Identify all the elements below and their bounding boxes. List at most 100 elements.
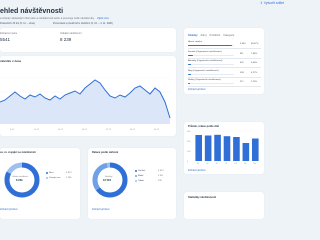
ranking-row-bar bbox=[188, 54, 193, 56]
svg-text:26.11.: 26.11. bbox=[130, 129, 136, 131]
share-icon: ⇪ bbox=[259, 1, 263, 5]
ranking-row-value: 611 bbox=[240, 52, 244, 55]
ranking-row-value: 217 bbox=[240, 81, 244, 83]
ranking-row-value: 343 bbox=[240, 71, 244, 74]
legend-desktop-dot bbox=[135, 170, 137, 172]
ranking-row[interactable]: Služby (Organizační návštěvnost) 217 2,70% bbox=[188, 78, 261, 87]
legend-desktop: Počítač bbox=[135, 170, 145, 172]
page-subtitle: a stránky následující informace a návště… bbox=[0, 17, 109, 20]
ranking-row-bar-track bbox=[188, 45, 234, 47]
traffic-chart-card: návštěv v čase 6.11. 10.11. 14.11. 18.11. 2… bbox=[0, 56, 176, 136]
weekday-category-label: Po bbox=[197, 163, 200, 165]
tab-category[interactable]: Kategorie bbox=[223, 34, 234, 37]
tab-source[interactable]: Zdroj bbox=[201, 34, 207, 37]
weekday-bar bbox=[214, 134, 221, 161]
tab-browser[interactable]: Prohlížeč bbox=[209, 34, 220, 37]
legend-new: Noví bbox=[46, 172, 54, 174]
legend-returning-label: Vracející se bbox=[49, 177, 61, 179]
ranking-row-percent: 5,00% bbox=[251, 62, 258, 64]
devices-donut-center-label: Návštěvy bbox=[105, 176, 113, 178]
traffic-chart-title: návštěv v čase bbox=[0, 59, 22, 63]
ranking-row-label: Hlavní stránka bbox=[188, 41, 202, 43]
filter-bar: Posledních 30 dní (6. 11. – dnes) Porovn… bbox=[0, 22, 113, 25]
subtitle-text: a stránky následující informace a návště… bbox=[0, 17, 95, 20]
ranking-row-bar-track bbox=[188, 54, 234, 56]
legend-tablet: Tablet bbox=[135, 180, 144, 182]
date-range-select[interactable]: Posledních 30 dní (6. 11. – dnes) bbox=[0, 22, 35, 25]
devices-overview-link[interactable]: Zobrazit přehled bbox=[92, 208, 109, 211]
legend-mobile-dot bbox=[135, 175, 137, 177]
legend-new-label: Noví bbox=[49, 172, 54, 174]
legend-mobile-label: Mobil bbox=[138, 175, 144, 177]
ranking-row-bar bbox=[188, 64, 192, 66]
legend-tablet-value: 239 bbox=[158, 180, 162, 182]
svg-text:22.11.: 22.11. bbox=[106, 129, 112, 131]
svg-text:30.11.: 30.11. bbox=[154, 129, 160, 131]
visitors-donut-center-value: 8 239 bbox=[16, 179, 23, 182]
legend-tablet-label: Tablet bbox=[138, 180, 144, 182]
ranking-row-label: Kontakt (Organizační návštěvnost) bbox=[188, 50, 222, 53]
weekday-overview-link[interactable]: Zobrazit přehled bbox=[188, 169, 205, 172]
ranking-row-bar bbox=[188, 83, 190, 85]
ranking-row-bar-track bbox=[188, 83, 234, 85]
learn-more-link[interactable]: Zjistit více bbox=[97, 17, 109, 20]
ranking-overview-link[interactable]: Zobrazit přehled bbox=[188, 88, 205, 91]
weekday-bar bbox=[251, 138, 259, 161]
visits-label: Zobrazení webu bbox=[0, 32, 18, 35]
visitors-donut-title: ce, m. zvyající se návštěvníci bbox=[0, 151, 36, 154]
page-title: ehled návštěvnosti bbox=[0, 8, 64, 15]
visitors-value: 8 239 bbox=[60, 37, 72, 42]
legend-mobile-value: 3 411 bbox=[158, 175, 164, 177]
weekday-category-label: So bbox=[244, 163, 247, 165]
weekday-bar bbox=[242, 143, 250, 161]
ranking-row-percent: 4,27% bbox=[251, 71, 258, 74]
ranking-row-label: Blog (Organizační návštěvnost) bbox=[188, 69, 219, 72]
ranking-row-bar bbox=[188, 73, 191, 75]
weekday-category-label: Čt bbox=[225, 162, 227, 165]
devices-donut-title: Relace podle zařízení bbox=[92, 151, 119, 154]
legend-new-dot bbox=[46, 172, 48, 174]
ranking-row[interactable]: Aktuality (Organizační návštěvnost) 401 5,… bbox=[188, 59, 261, 68]
compare-select[interactable]: Porovnávat s předchozím obdobím (6. 10. … bbox=[53, 22, 113, 25]
weekday-tick-label: 300 bbox=[187, 131, 191, 133]
traffic-area bbox=[0, 80, 170, 124]
export-button-label: Vytvořit sdílet bbox=[263, 1, 284, 5]
ranking-row-percent: 2,70% bbox=[251, 81, 258, 83]
devices-donut-card: Relace podle zařízení Návštěvy 10 523 Po… bbox=[88, 148, 176, 219]
legend-desktop-value: 6 873 bbox=[158, 170, 164, 172]
weekday-bar-chart: 300 200 100 0 Po Út St Čt Pá So Ne bbox=[187, 131, 260, 165]
ranking-row-bar-track bbox=[188, 73, 234, 75]
weekday-tick-label: 100 bbox=[187, 151, 191, 153]
legend-tablet-dot bbox=[135, 180, 137, 182]
svg-text:18.11.: 18.11. bbox=[82, 129, 88, 131]
ranking-row[interactable]: Kontakt (Organizační návštěvnost) 611 7,63… bbox=[188, 50, 261, 59]
ranking-row[interactable]: Blog (Organizační návštěvnost) 343 4,27% bbox=[188, 69, 261, 78]
legend-desktop-label: Počítač bbox=[138, 170, 146, 172]
weekday-bar bbox=[195, 135, 203, 161]
ranking-row-bar bbox=[188, 45, 232, 47]
tab-pages[interactable]: Stránky bbox=[188, 34, 198, 37]
visits-value: 5541 bbox=[0, 37, 11, 42]
legend-mobile: Mobil bbox=[135, 175, 143, 177]
weekday-card: Průměr, relace podle dnů 300 200 100 0 Po Út S… bbox=[184, 122, 264, 174]
legend-returning: Vracející se bbox=[46, 177, 60, 179]
traffic-stats-card: Statistiky návštěvnosti bbox=[184, 192, 264, 219]
visitors-label: Unikátní návštěvníci bbox=[60, 32, 82, 35]
svg-text:14.11.: 14.11. bbox=[58, 129, 64, 131]
ranking-card: Stránky Zdroj Prohlížeč Kategorie Hlavní… bbox=[184, 28, 264, 94]
ranking-tabs: Stránky Zdroj Prohlížeč Kategorie bbox=[188, 34, 234, 37]
weekday-bar bbox=[233, 137, 240, 161]
ranking-row-percent: 69,07% bbox=[251, 43, 259, 45]
export-button[interactable]: ⇪ Vytvořit sdílet bbox=[260, 1, 284, 5]
svg-text:6.11.: 6.11. bbox=[10, 129, 15, 131]
ranking-row[interactable]: Hlavní stránka 5 543 69,07% bbox=[188, 40, 261, 49]
weekday-category-label: Pá bbox=[235, 163, 238, 165]
stats-card: Zobrazení webu 5541 Unikátní návštěvníci… bbox=[0, 28, 176, 52]
visitors-donut-center-label: Unikátní návštěvníci bbox=[12, 176, 29, 178]
weekday-bar bbox=[223, 136, 231, 161]
weekday-category-label: Ne bbox=[253, 163, 256, 165]
ranking-row-value: 401 bbox=[240, 62, 244, 64]
ranking-row-label: Aktuality (Organizační návštěvnost) bbox=[188, 60, 223, 62]
visitors-overview-link[interactable]: Zobrazit přehled bbox=[0, 208, 17, 211]
traffic-stats-title: Statistiky návštěvnosti bbox=[188, 196, 217, 199]
